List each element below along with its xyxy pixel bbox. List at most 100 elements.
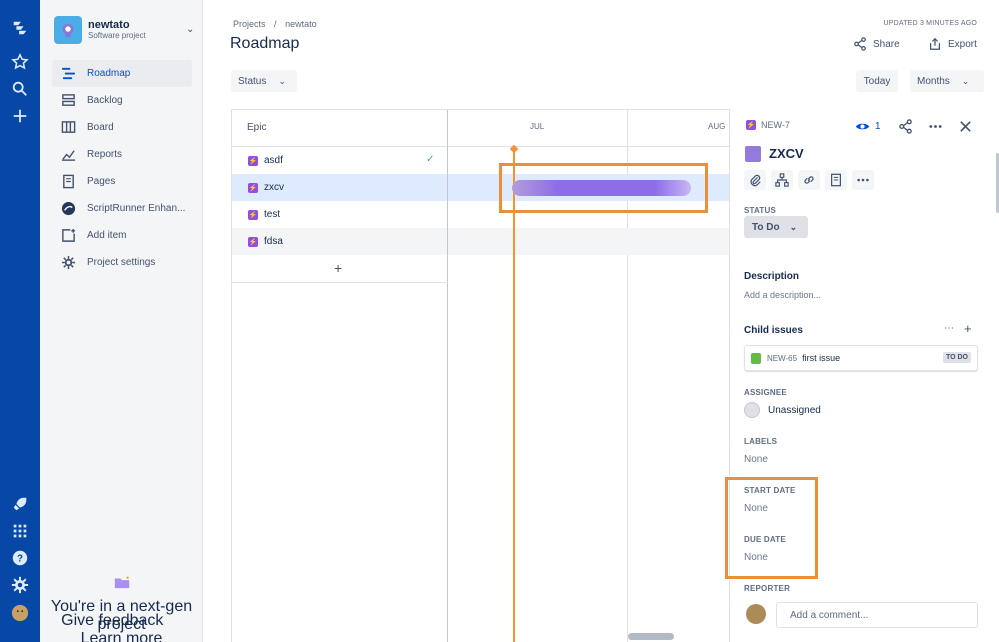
project-switcher[interactable]: newtato Software project ⌄: [54, 16, 194, 44]
sidebar-item-add-item[interactable]: Add item: [52, 222, 192, 249]
child-issue-card[interactable]: NEW-65 first issue TO DO: [744, 345, 978, 371]
user-avatar-icon[interactable]: [8, 601, 32, 625]
create-plus-icon[interactable]: [8, 104, 32, 128]
today-marker-line: [513, 148, 515, 642]
add-epic-row: +: [232, 256, 448, 283]
footer-links: Give feedback Learn more: [40, 612, 203, 642]
add-item-icon: [60, 228, 76, 244]
user-avatar: [746, 604, 766, 624]
learn-more-link[interactable]: Learn more: [81, 630, 163, 642]
sidebar-item-backlog[interactable]: Backlog: [52, 87, 192, 114]
child-issue-summary: first issue: [802, 353, 841, 363]
project-name: newtato: [88, 19, 130, 31]
sidebar-item-reports[interactable]: Reports: [52, 141, 192, 168]
labels-value[interactable]: None: [744, 454, 768, 465]
issue-detail-panel: ⚡ NEW-7 1 ZXCV STATUS To Do ⌄ Descriptio…: [725, 109, 999, 642]
sidebar-item-roadmap[interactable]: Roadmap: [52, 60, 192, 87]
epic-icon: ⚡: [746, 120, 756, 130]
updated-timestamp: UPDATED 3 MINUTES AGO: [883, 20, 977, 27]
assignee-value: Unassigned: [768, 404, 821, 416]
breadcrumb-project[interactable]: newtato: [285, 19, 317, 29]
sidebar-item-label: Reports: [87, 149, 123, 160]
watch-button[interactable]: 1: [855, 117, 881, 135]
roadmap-icon: [60, 66, 76, 82]
star-icon[interactable]: [8, 50, 32, 74]
month-label: JUL: [530, 122, 545, 131]
months-dropdown[interactable]: Months ⌄: [910, 70, 984, 92]
project-sidebar: newtato Software project ⌄ Roadmap Backl…: [40, 0, 203, 642]
unassigned-avatar-icon: [744, 402, 760, 418]
child-issue-status-badge: TO DO: [942, 352, 971, 363]
chevron-down-icon: ⌄: [789, 221, 798, 232]
svg-text:?: ?: [17, 554, 23, 565]
story-icon: [751, 352, 761, 364]
share-icon[interactable]: [898, 117, 913, 135]
export-button[interactable]: Export: [928, 35, 977, 53]
close-icon[interactable]: [958, 117, 973, 135]
today-label: Today: [863, 75, 891, 87]
breadcrumb-projects[interactable]: Projects: [233, 19, 266, 29]
highlight-box: [499, 163, 708, 213]
project-nav: Roadmap Backlog Board Reports Pages Scri…: [52, 60, 192, 276]
jira-logo-icon[interactable]: [8, 16, 32, 40]
help-icon[interactable]: ?: [8, 546, 32, 570]
months-label: Months: [917, 75, 950, 87]
description-heading: Description: [744, 271, 800, 282]
sidebar-item-label: Project settings: [87, 257, 156, 268]
issue-key-label: NEW-7: [761, 120, 790, 130]
sidebar-item-label: ScriptRunner Enhan...: [87, 203, 186, 214]
status-value: To Do: [752, 221, 780, 233]
share-button[interactable]: Share: [853, 35, 900, 53]
month-label: AUG: [708, 122, 726, 131]
search-icon[interactable]: [8, 77, 32, 101]
description-input[interactable]: Add a description...: [744, 290, 821, 300]
assignee-field[interactable]: Unassigned: [744, 402, 821, 418]
today-button[interactable]: Today: [856, 70, 898, 92]
child-issues-heading: Child issues: [744, 325, 803, 336]
more-actions-icon[interactable]: [928, 117, 943, 135]
labels-label: LABELS: [744, 437, 778, 446]
issue-actions: [744, 170, 879, 190]
export-label: Export: [948, 38, 977, 50]
assignee-label: ASSIGNEE: [744, 388, 787, 397]
epic-column-header: Epic: [247, 122, 267, 133]
app-switcher-icon[interactable]: [8, 519, 32, 543]
status-filter-dropdown[interactable]: Status ⌄: [231, 70, 297, 92]
settings-gear-icon[interactable]: [8, 573, 32, 597]
project-avatar-icon: [54, 16, 82, 44]
give-feedback-link[interactable]: Give feedback: [61, 612, 163, 629]
highlight-box: [725, 477, 818, 579]
sidebar-item-project-settings[interactable]: Project settings: [52, 249, 192, 276]
backlog-icon: [60, 93, 76, 109]
sidebar-item-pages[interactable]: Pages: [52, 168, 192, 195]
issue-key[interactable]: ⚡ NEW-7: [746, 120, 790, 130]
child-issue-icon[interactable]: [771, 170, 793, 190]
child-issue-key: NEW-65: [767, 353, 798, 363]
issue-title[interactable]: ZXCV: [769, 146, 804, 161]
more-icon[interactable]: [852, 170, 874, 190]
page-title: Roadmap: [230, 35, 300, 52]
share-icon: [854, 37, 866, 51]
reports-chart-icon: [60, 147, 76, 163]
global-nav: ?: [0, 0, 40, 642]
attach-icon[interactable]: [744, 170, 766, 190]
epic-color-swatch[interactable]: [745, 146, 761, 162]
sidebar-item-board[interactable]: Board: [52, 114, 192, 141]
add-epic-button[interactable]: +: [334, 260, 342, 276]
chevron-down-icon[interactable]: ⌄: [186, 24, 194, 35]
link-icon[interactable]: [798, 170, 820, 190]
share-label: Share: [873, 38, 900, 50]
breadcrumb-separator: /: [274, 19, 277, 29]
sidebar-item-label: Roadmap: [87, 68, 131, 79]
breadcrumb: Projects / newtato: [233, 19, 323, 29]
sidebar-item-scriptrunner[interactable]: ScriptRunner Enhan...: [52, 195, 192, 222]
page-icon[interactable]: [825, 170, 847, 190]
horizontal-scrollbar[interactable]: [628, 633, 674, 640]
settings-gear-icon: [60, 255, 76, 271]
add-child-issue-icon[interactable]: +: [964, 321, 972, 336]
rocket-icon[interactable]: [8, 492, 32, 516]
child-issues-more-icon[interactable]: ⋯: [944, 323, 954, 334]
comment-input[interactable]: Add a comment...: [776, 602, 978, 628]
status-dropdown[interactable]: To Do ⌄: [744, 216, 808, 238]
pages-icon: [60, 174, 76, 190]
